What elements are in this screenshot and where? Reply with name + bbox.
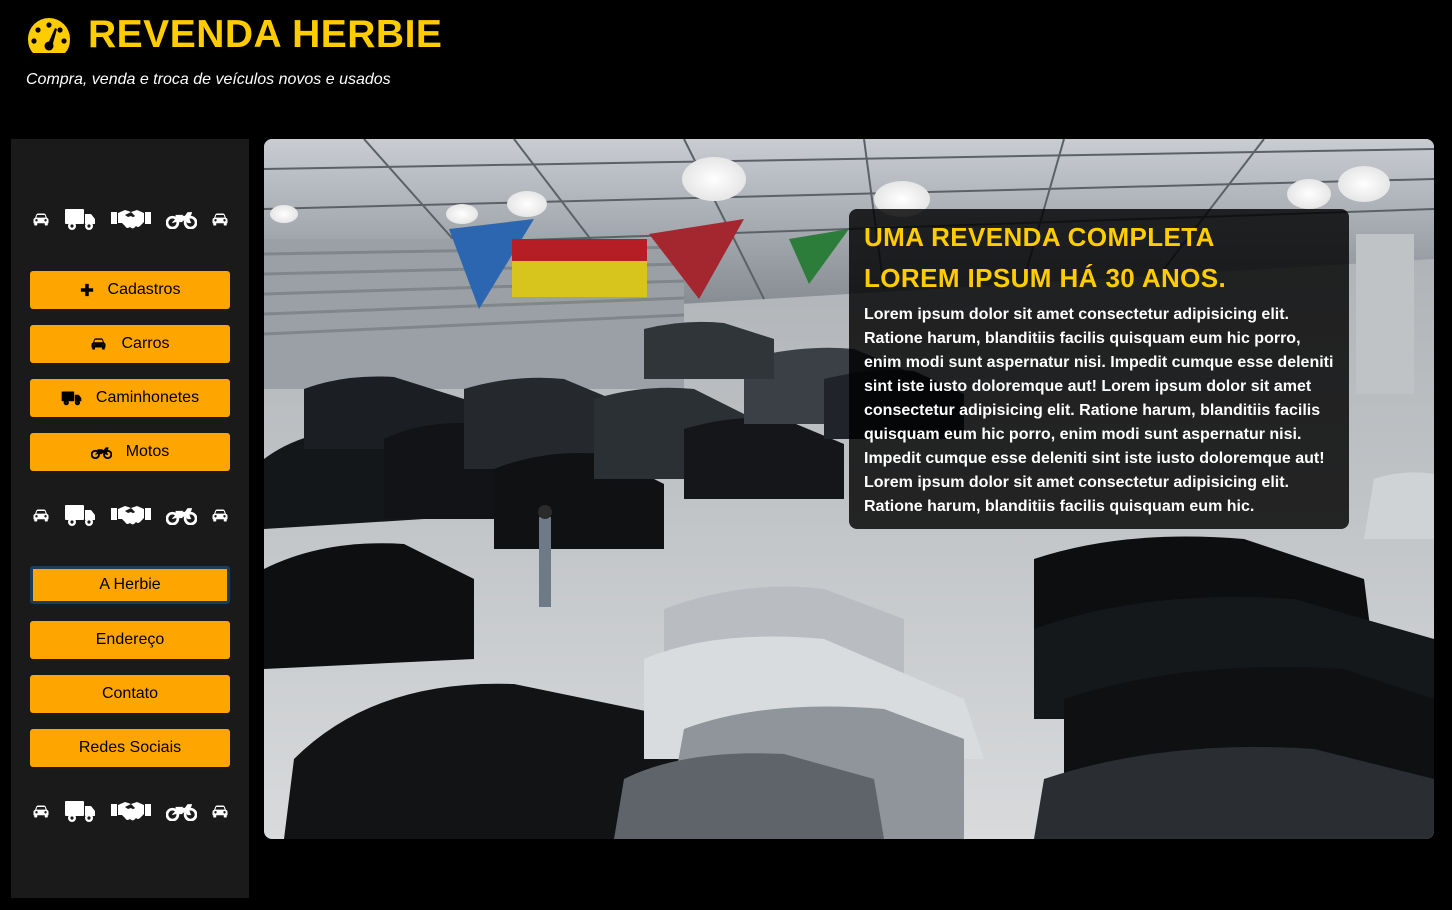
motorcycle-icon bbox=[166, 801, 197, 821]
car-icon bbox=[211, 804, 229, 819]
site-title: REVENDA HERBIE bbox=[88, 13, 443, 56]
motorcycle-icon bbox=[166, 505, 197, 525]
title-row: REVENDA HERBIE bbox=[26, 14, 442, 56]
vehicle-icon-row-bottom bbox=[11, 799, 249, 823]
truck-icon bbox=[64, 207, 96, 231]
hero-body-text: Lorem ipsum dolor sit amet consectetur a… bbox=[864, 306, 1334, 515]
hero-heading-line2: LOREM IPSUM HÁ 30 ANOS. bbox=[864, 263, 1227, 293]
redes-sociais-label: Redes Sociais bbox=[78, 739, 182, 756]
contato-button[interactable]: Contato bbox=[30, 675, 230, 713]
car-icon bbox=[32, 804, 50, 819]
hero-banner: UMA REVENDA COMPLETA LOREM IPSUM HÁ 30 A… bbox=[264, 139, 1434, 839]
motos-label: Motos bbox=[125, 443, 170, 460]
contato-label: Contato bbox=[101, 685, 159, 702]
a-herbie-label: A Herbie bbox=[99, 576, 161, 593]
endereco-label: Endereço bbox=[95, 631, 165, 648]
caminhonetes-label: Caminhonetes bbox=[95, 389, 200, 406]
handshake-icon bbox=[110, 799, 152, 823]
motorcycle-icon bbox=[91, 445, 112, 459]
truck-icon bbox=[64, 503, 96, 527]
handshake-icon bbox=[110, 207, 152, 231]
site-subtitle: Compra, venda e troca de veículos novos … bbox=[26, 71, 391, 88]
car-icon bbox=[32, 212, 50, 227]
handshake-icon bbox=[110, 503, 152, 527]
cadastros-label: Cadastros bbox=[107, 281, 181, 298]
truck-icon bbox=[61, 390, 82, 406]
a-herbie-button[interactable]: A Herbie bbox=[30, 566, 230, 604]
motos-button[interactable]: Motos bbox=[30, 433, 230, 471]
carros-label: Carros bbox=[121, 335, 170, 352]
truck-icon bbox=[64, 799, 96, 823]
caminhonetes-button[interactable]: Caminhonetes bbox=[30, 379, 230, 417]
redes-sociais-button[interactable]: Redes Sociais bbox=[30, 729, 230, 767]
site-header: REVENDA HERBIE Compra, venda e troca de … bbox=[26, 14, 442, 89]
car-icon bbox=[211, 212, 229, 227]
endereco-button[interactable]: Endereço bbox=[30, 621, 230, 659]
vehicle-icon-row-top bbox=[11, 207, 249, 231]
hero-heading-line1: UMA REVENDA COMPLETA bbox=[864, 222, 1215, 252]
plus-icon bbox=[80, 283, 94, 297]
vehicle-icon-row-middle bbox=[11, 503, 249, 527]
cadastros-button[interactable]: Cadastros bbox=[30, 271, 230, 309]
sidebar: Cadastros Carros Caminhonetes Motos A He… bbox=[11, 139, 249, 898]
carros-button[interactable]: Carros bbox=[30, 325, 230, 363]
car-icon bbox=[211, 508, 229, 523]
speedometer-icon bbox=[28, 18, 70, 53]
motorcycle-icon bbox=[166, 209, 197, 229]
car-icon bbox=[32, 508, 50, 523]
car-icon bbox=[90, 337, 107, 351]
hero-text-panel: UMA REVENDA COMPLETA LOREM IPSUM HÁ 30 A… bbox=[849, 209, 1349, 529]
